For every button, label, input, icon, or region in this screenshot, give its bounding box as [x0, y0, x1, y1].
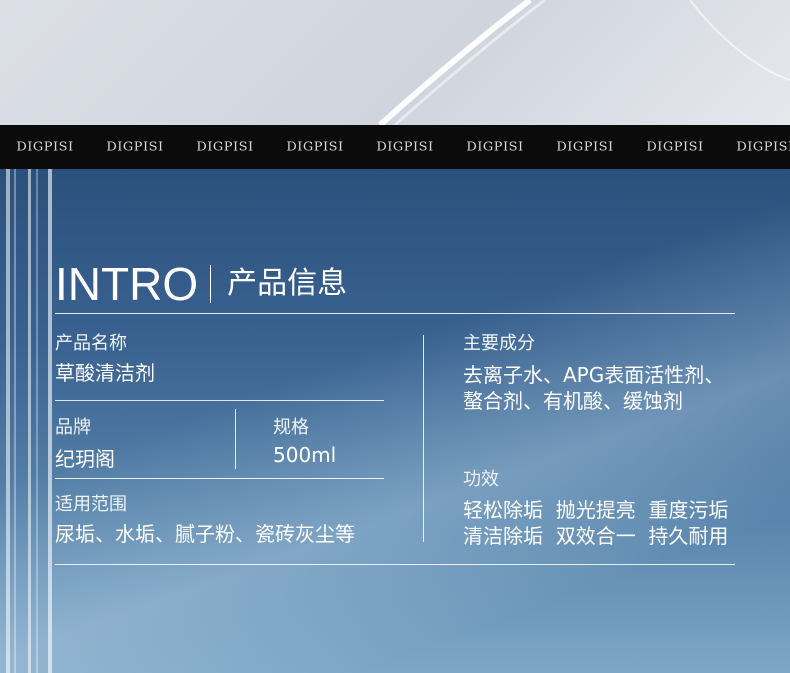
brand-logo: DIGPISI	[16, 140, 74, 154]
brand-logo: DIGPISI	[106, 140, 164, 154]
product-name-label: 产品名称	[55, 333, 127, 354]
bottom-divider	[55, 564, 735, 565]
ingredients-line: 去离子水、APG表面活性剂、	[463, 363, 725, 387]
heading-chinese: 产品信息	[227, 266, 348, 301]
brand-logo: DIGPISI	[556, 140, 614, 154]
glass-reflection-graphic	[377, 0, 790, 125]
heading-english: INTRO	[55, 258, 199, 310]
product-info-panel: INTRO 产品信息 产品名称 草酸清洁剂 品牌 纪玥阁 规格 500ml 适用…	[0, 169, 790, 673]
brand-logo: DIGPISI	[466, 140, 524, 154]
brand-logo: DIGPISI	[286, 140, 344, 154]
top-image-band	[0, 0, 790, 125]
column-divider	[423, 335, 424, 542]
divider	[55, 400, 384, 401]
brand-logo: DIGPISI	[646, 140, 704, 154]
brand-label: 品牌	[55, 417, 91, 438]
divider	[55, 478, 384, 479]
effect-label: 功效	[463, 469, 499, 490]
spec-label: 规格	[273, 417, 309, 438]
section-heading: INTRO 产品信息	[55, 259, 347, 309]
product-name-value: 草酸清洁剂	[55, 361, 155, 385]
spec-value: 500ml	[273, 443, 337, 467]
brand-logo: DIGPISI	[376, 140, 434, 154]
brand-spec-divider	[235, 409, 236, 469]
brand-logo: DIGPISI	[736, 140, 790, 154]
brand-logo: DIGPISI	[196, 140, 254, 154]
heading-divider	[210, 265, 212, 303]
top-divider	[55, 313, 735, 314]
scope-value: 尿垢、水垢、腻子粉、瓷砖灰尘等	[55, 522, 355, 546]
ingredients-line: 螯合剂、有机酸、缓蚀剂	[463, 389, 683, 413]
scope-label: 适用范围	[55, 494, 127, 515]
ingredients-label: 主要成分	[463, 333, 535, 354]
effect-line: 清洁除垢 双效合一 持久耐用	[463, 524, 729, 548]
effect-line: 轻松除垢 抛光提亮 重度污垢	[463, 498, 729, 522]
brand-value: 纪玥阁	[55, 447, 115, 471]
brand-logo-strip: DIGPISI DIGPISI DIGPISI DIGPISI DIGPISI …	[0, 125, 790, 169]
